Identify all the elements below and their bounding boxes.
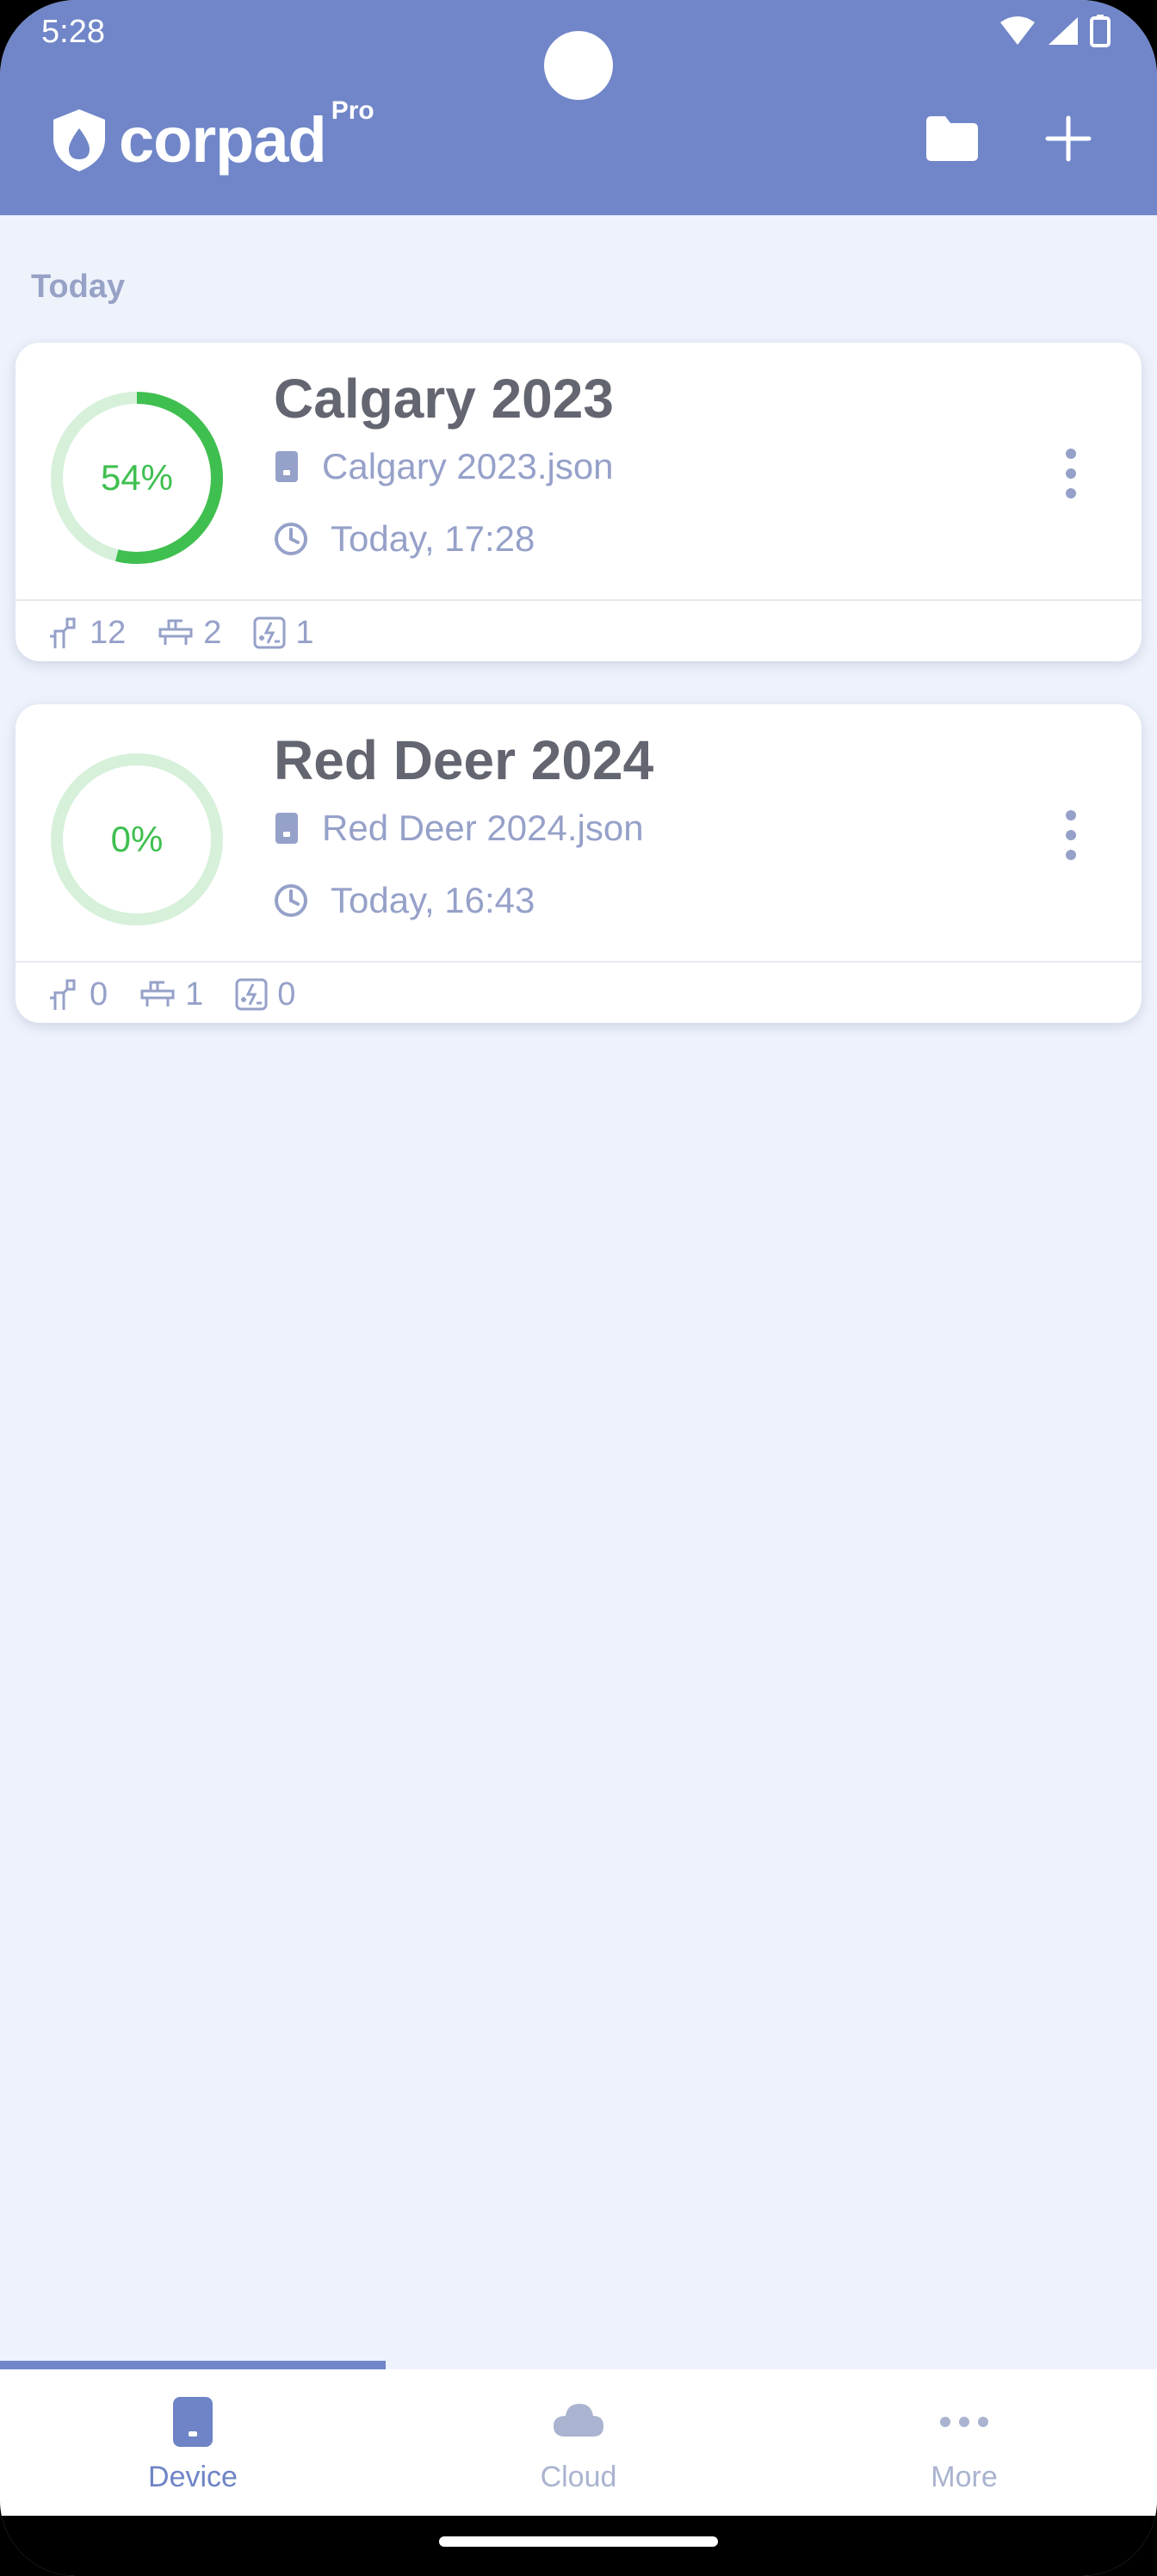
progress-label: 54%	[100, 457, 174, 498]
stat-rectifiers: 1	[139, 976, 203, 1013]
test-point-icon	[50, 617, 76, 648]
project-file-name: Red Deer 2024.json	[322, 808, 644, 848]
more-horizontal-icon	[940, 2417, 988, 2427]
wifi-icon	[1000, 16, 1035, 45]
add-project-button[interactable]	[1030, 100, 1107, 177]
project-menu-button[interactable]	[1054, 439, 1088, 508]
test-point-icon	[50, 979, 76, 1010]
card-divider	[15, 599, 1142, 601]
stat-test-points: 12	[46, 615, 126, 652]
more-vertical-icon	[1066, 810, 1076, 860]
app-bar: 5:28 corpad Pro	[0, 0, 1157, 215]
more-vertical-icon	[1066, 449, 1076, 498]
battery-icon	[1090, 15, 1111, 47]
stat-rectifiers-count: 2	[203, 614, 222, 651]
shield-drop-icon	[53, 108, 105, 171]
rectifier-icon	[158, 619, 193, 645]
bond-box-icon	[253, 616, 286, 649]
stat-test-points-count: 0	[90, 975, 108, 1012]
screen: 5:28 corpad Pro Today 54% Calgary 2023 C…	[0, 0, 1157, 2576]
project-file-row: Calgary 2023.json	[274, 446, 614, 487]
plus-icon	[1045, 115, 1092, 162]
device-icon	[173, 2397, 213, 2447]
stat-rectifiers: 2	[157, 615, 221, 652]
project-stats: 12 2 1	[46, 615, 345, 651]
project-stats: 0 1 0	[46, 976, 326, 1012]
pro-badge: Pro	[331, 96, 374, 125]
clock-icon	[275, 523, 307, 555]
camera-cutout	[544, 31, 613, 100]
clock-icon	[275, 884, 307, 917]
folder-icon	[926, 116, 978, 161]
file-icon	[275, 451, 298, 482]
nav-label-more: More	[931, 2461, 998, 2493]
project-file-row: Red Deer 2024.json	[274, 808, 644, 849]
file-icon	[275, 813, 298, 844]
stat-bonds: 1	[252, 614, 314, 652]
project-card[interactable]: 54% Calgary 2023 Calgary 2023.json Today…	[15, 343, 1142, 661]
stat-bonds-count: 1	[295, 614, 314, 651]
project-title: Red Deer 2024	[274, 729, 654, 791]
project-title: Calgary 2023	[274, 368, 614, 430]
nav-label-cloud: Cloud	[540, 2461, 617, 2493]
stat-test-points-count: 12	[90, 614, 127, 651]
section-label-today: Today	[31, 269, 126, 305]
app-logo: corpad Pro	[50, 96, 374, 176]
nav-item-device[interactable]: Device	[0, 2369, 386, 2516]
project-time: Today, 16:43	[331, 880, 535, 920]
project-menu-button[interactable]	[1054, 801, 1088, 870]
stat-rectifiers-count: 1	[185, 975, 204, 1012]
bottom-nav: Device Cloud More	[0, 2369, 1157, 2516]
folder-button[interactable]	[913, 100, 990, 177]
app-name: corpad	[119, 104, 327, 176]
nav-active-indicator	[0, 2361, 386, 2369]
progress-label: 0%	[110, 819, 164, 859]
cloud-icon	[554, 2404, 603, 2437]
project-time-row: Today, 17:28	[274, 518, 535, 560]
stat-bonds: 0	[234, 976, 295, 1013]
stat-bonds-count: 0	[277, 975, 296, 1012]
bond-box-icon	[235, 978, 268, 1011]
stat-test-points: 0	[46, 976, 108, 1013]
project-time: Today, 17:28	[331, 518, 535, 559]
signal-icon	[1049, 17, 1078, 45]
card-divider	[15, 961, 1142, 963]
rectifier-icon	[140, 981, 175, 1006]
project-file-name: Calgary 2023.json	[322, 446, 614, 486]
nav-item-more[interactable]: More	[771, 2369, 1157, 2516]
status-time: 5:28	[41, 14, 105, 50]
nav-label-device: Device	[148, 2461, 238, 2493]
project-card[interactable]: 0% Red Deer 2024 Red Deer 2024.json Toda…	[15, 704, 1142, 1023]
nav-item-cloud[interactable]: Cloud	[386, 2369, 771, 2516]
gesture-handle[interactable]	[439, 2536, 718, 2547]
status-icons	[999, 14, 1111, 48]
project-time-row: Today, 16:43	[274, 880, 535, 921]
